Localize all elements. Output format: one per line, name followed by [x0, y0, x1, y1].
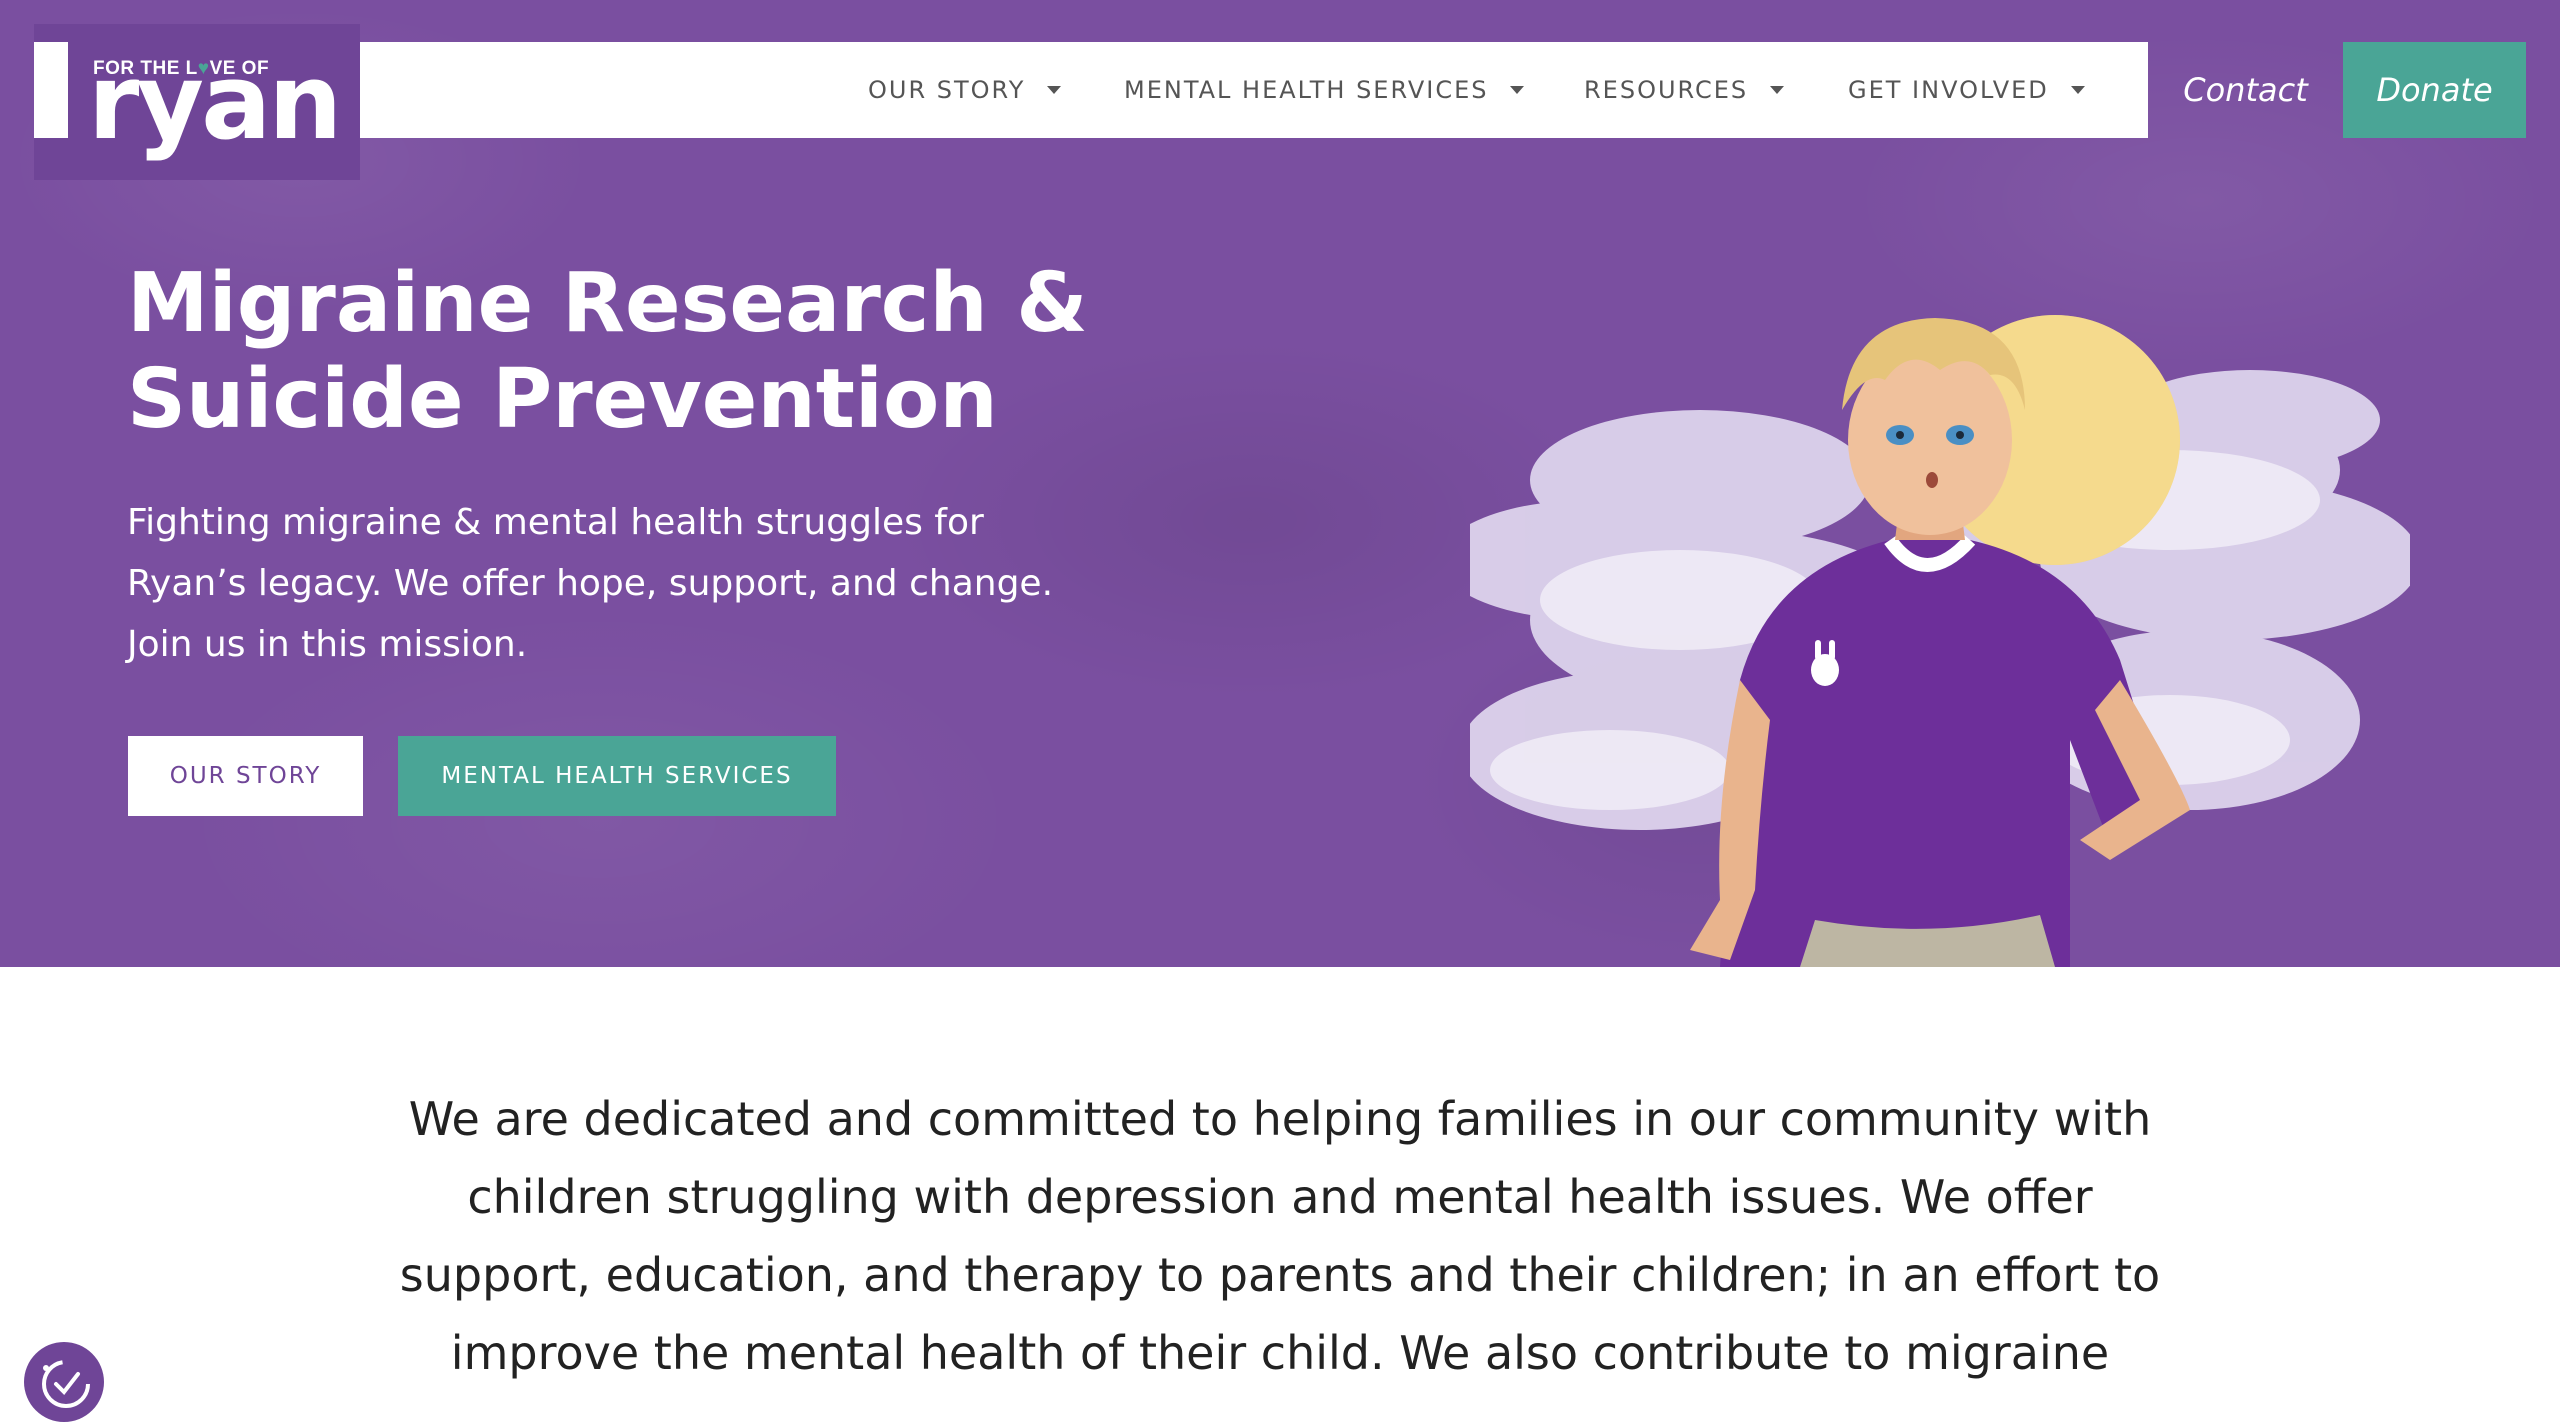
donate-button[interactable]: Donate — [2343, 42, 2526, 138]
chevron-down-icon — [2070, 86, 2085, 94]
logo-bar — [34, 42, 68, 138]
nav-item-mental-health-services[interactable]: MENTAL HEALTH SERVICES — [1124, 42, 1525, 138]
logo-wordmark: ryan — [88, 41, 342, 163]
hero-title: Migraine Research & Suicide Prevention — [127, 256, 1088, 447]
chevron-down-icon — [1770, 86, 1785, 94]
mental-health-services-button[interactable]: MENTAL HEALTH SERVICES — [398, 736, 836, 816]
hero-illustration — [1470, 315, 2410, 967]
nav-item-resources[interactable]: RESOURCES — [1584, 42, 1785, 138]
accessibility-icon — [42, 1360, 90, 1408]
our-story-button[interactable]: OUR STORY — [128, 736, 363, 816]
mission-statement: We are dedicated and committed to helpin… — [399, 1092, 2161, 1380]
hero-section: FOR THE L♥VE OF ryan OUR STORY MENTAL HE… — [0, 0, 2560, 967]
accessibility-button[interactable] — [24, 1342, 104, 1422]
nav-item-our-story[interactable]: OUR STORY — [868, 42, 1062, 138]
main-nav: OUR STORY MENTAL HEALTH SERVICES RESOURC… — [360, 42, 2148, 138]
contact-button[interactable]: Contact — [2148, 42, 2343, 138]
nav-item-get-involved[interactable]: GET INVOLVED — [1848, 42, 2085, 138]
chevron-down-icon — [1047, 86, 1062, 94]
chevron-down-icon — [1510, 86, 1525, 94]
hero-subtitle: Fighting migraine & mental health strugg… — [127, 502, 1054, 665]
